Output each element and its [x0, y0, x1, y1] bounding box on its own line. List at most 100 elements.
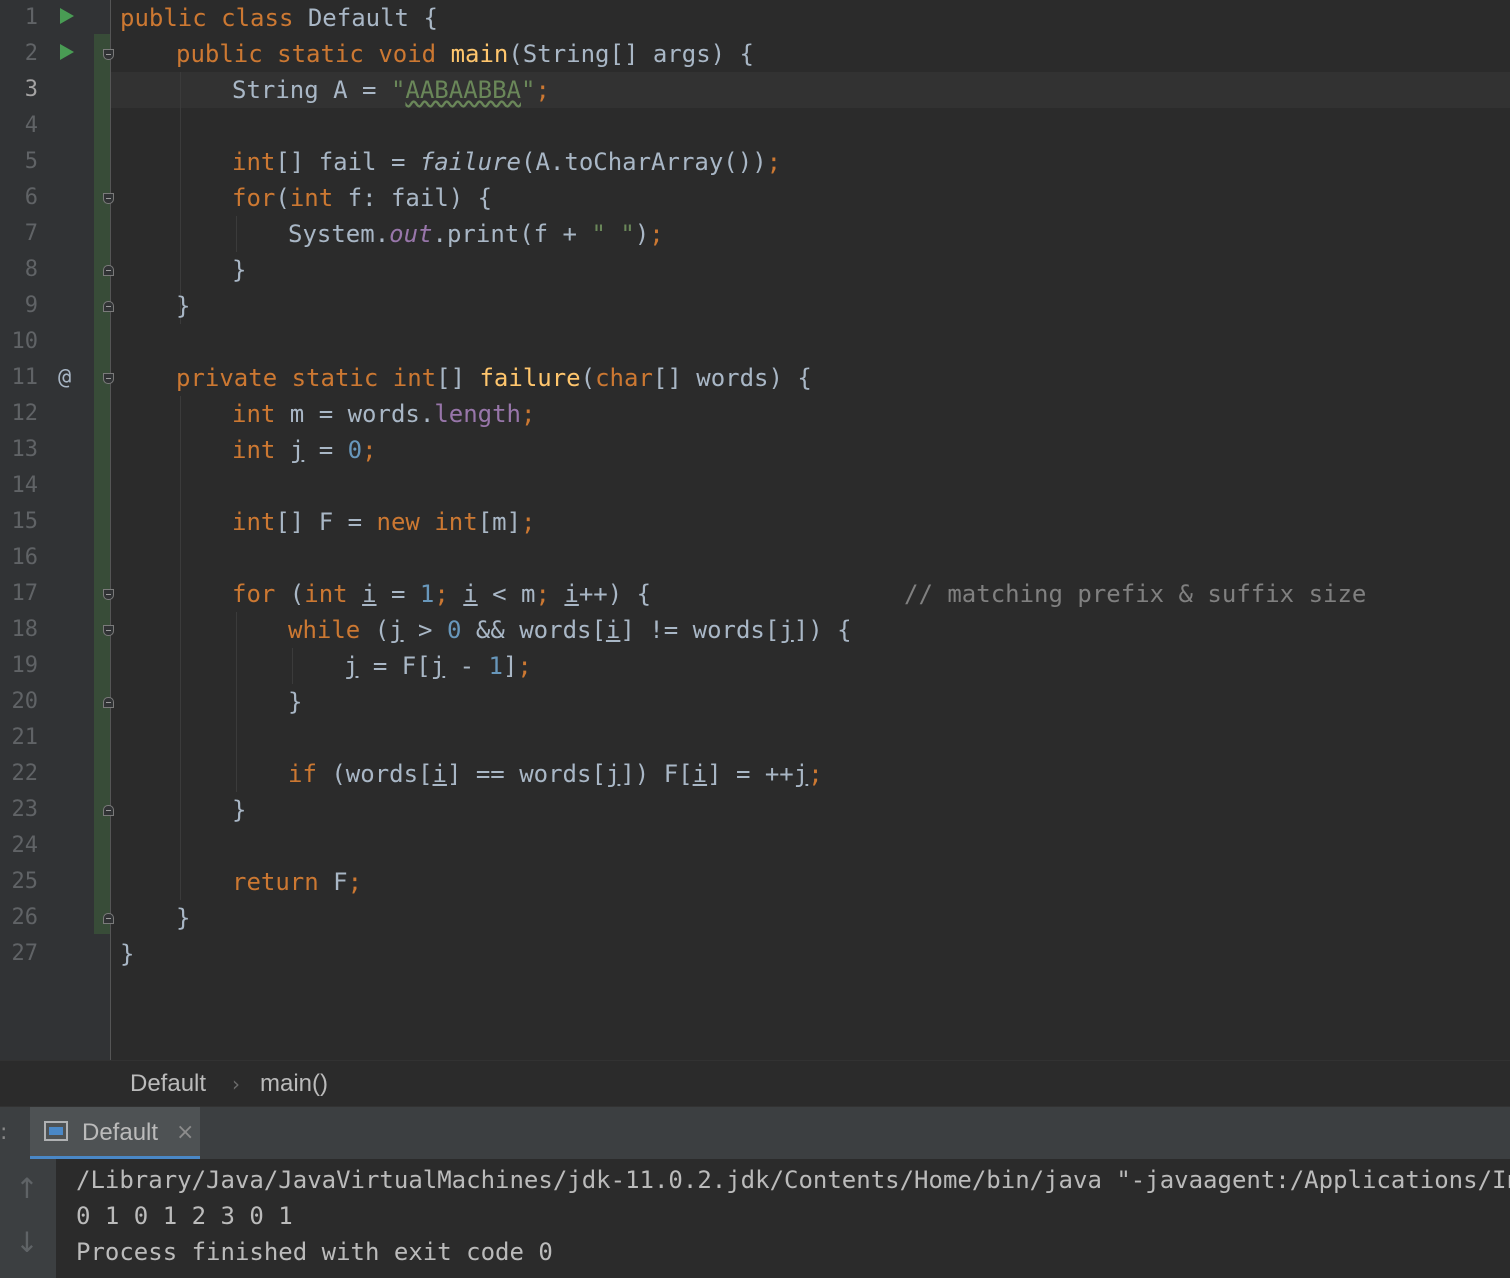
code-line-23[interactable]: }: [232, 792, 246, 828]
paren: ): [634, 220, 650, 248]
code-line-7[interactable]: System.out.print(f + " ");: [288, 216, 664, 252]
brace: }: [288, 688, 303, 716]
code-line-3[interactable]: String A = "AABAABBA";: [232, 72, 550, 108]
operator: -: [445, 652, 489, 680]
code-line-1[interactable]: public class Default {: [120, 0, 438, 36]
fold-collapse-icon[interactable]: [103, 49, 114, 60]
fold-collapse-icon[interactable]: [103, 589, 114, 600]
arrow-down-icon[interactable]: ↓: [14, 1227, 40, 1259]
fold-end-icon[interactable]: [103, 697, 114, 708]
keyword: private: [176, 364, 278, 392]
expression: [m]: [477, 508, 522, 536]
run-tab-label: Default: [82, 1119, 159, 1146]
code-line-13[interactable]: int j = 0;: [232, 432, 377, 468]
keyword: int: [392, 364, 437, 392]
arrow-up-icon[interactable]: ↑: [14, 1173, 40, 1205]
brace: }: [176, 292, 191, 320]
expression: ] = ++: [707, 760, 794, 788]
code-line-12[interactable]: int m = words.length;: [232, 396, 535, 432]
fold-end-icon[interactable]: [103, 301, 114, 312]
expression: ] != words[: [620, 616, 780, 644]
code-line-6[interactable]: for(int f: fail) {: [232, 180, 492, 216]
panel-drag-handle[interactable]: :: [0, 1107, 7, 1159]
paren: (: [275, 184, 290, 212]
code-line-8[interactable]: }: [232, 252, 246, 288]
static-field: out: [389, 220, 433, 248]
annotation-marker-icon[interactable]: @: [58, 360, 71, 396]
fold-end-icon[interactable]: [103, 265, 114, 276]
variable: i: [463, 580, 478, 608]
code-line-25[interactable]: return F;: [232, 864, 362, 900]
string-literal: " ": [591, 220, 635, 248]
code-line-19[interactable]: j = F[j - 1];: [344, 648, 532, 684]
code-line-15[interactable]: int[] F = new int[m];: [232, 504, 536, 540]
params: (String[] args) {: [508, 40, 754, 68]
close-icon[interactable]: ×: [176, 1107, 194, 1159]
string-quote: ": [521, 76, 536, 104]
run-tool-window-tabs: : Default ×: [0, 1106, 1510, 1160]
line-number: 6: [24, 185, 38, 210]
line-number: 8: [24, 257, 38, 282]
expression: ] == words[: [446, 760, 606, 788]
run-class-icon[interactable]: [60, 8, 74, 24]
run-main-icon[interactable]: [60, 44, 74, 60]
code-line-5[interactable]: int[] fail = failure(A.toCharArray());: [232, 144, 781, 180]
breadcrumb-method[interactable]: main(): [260, 1061, 328, 1107]
class-ref: System.: [288, 220, 390, 248]
semicolon: ;: [521, 508, 536, 536]
console-output-line: 0 1 0 1 2 3 0 1: [76, 1202, 293, 1230]
code-line-18[interactable]: while (j > 0 && words[i] != words[j]) {: [288, 612, 852, 648]
fold-end-icon[interactable]: [103, 913, 114, 924]
fold-collapse-icon[interactable]: [103, 625, 114, 636]
paren: (: [360, 616, 390, 644]
semicolon: ;: [521, 400, 536, 428]
line-number: 10: [11, 329, 39, 354]
variable: i: [605, 616, 621, 644]
indent-guide: [236, 216, 237, 252]
variable: j: [793, 760, 809, 788]
code-line-9[interactable]: }: [176, 288, 190, 324]
code-line-2[interactable]: public static void main(String[] args) {: [176, 36, 754, 72]
variable: j: [344, 652, 359, 680]
fold-collapse-icon[interactable]: [103, 193, 114, 204]
code-comment[interactable]: // matching prefix & suffix size: [904, 576, 1366, 612]
fold-end-icon[interactable]: [103, 805, 114, 816]
keyword: for: [232, 580, 276, 608]
number: 0: [446, 616, 462, 644]
code-editor[interactable]: 1 2 3 4 5 6 7 8 9 10 11 12 13 14 15 16 1…: [0, 0, 1510, 1060]
code-line-26[interactable]: }: [176, 900, 190, 936]
keyword: int: [232, 508, 276, 536]
breadcrumb-separator: ›: [232, 1072, 240, 1096]
expression: F: [318, 868, 348, 896]
keyword: while: [288, 616, 361, 644]
line-number: 11: [11, 365, 39, 390]
keyword: public: [176, 40, 263, 68]
semicolon: ;: [362, 436, 377, 464]
code-line-17[interactable]: for (int i = 1; i < m; i++) {: [232, 576, 651, 612]
expression: (words[: [316, 760, 433, 788]
params: [] words) {: [652, 364, 812, 392]
code-line-11[interactable]: private static int[] failure(char[] word…: [176, 360, 812, 396]
line-number: 2: [24, 41, 38, 66]
line-number: 22: [11, 761, 39, 786]
variable: i: [362, 580, 377, 608]
line-number: 15: [11, 509, 39, 534]
declaration: m = words.: [275, 400, 435, 428]
line-number: 13: [11, 437, 39, 462]
operator: =: [376, 580, 420, 608]
brace: }: [120, 940, 135, 968]
run-console[interactable]: ↑ ↓ /Library/Java/JavaVirtualMachines/jd…: [0, 1159, 1510, 1278]
line-number: 27: [11, 941, 39, 966]
code-line-27[interactable]: }: [120, 936, 134, 972]
array-brackets: []: [436, 364, 480, 392]
run-tab-default[interactable]: Default ×: [30, 1107, 200, 1159]
vcs-change-marker: [94, 34, 110, 934]
code-line-22[interactable]: if (words[i] == words[j]) F[i] = ++j;: [288, 756, 823, 792]
fold-collapse-icon[interactable]: [103, 373, 114, 384]
line-number: 26: [11, 905, 39, 930]
operator: >: [403, 616, 447, 644]
code-line-20[interactable]: }: [288, 684, 302, 720]
breadcrumb-class[interactable]: Default: [130, 1061, 206, 1107]
number: 1: [488, 652, 503, 680]
